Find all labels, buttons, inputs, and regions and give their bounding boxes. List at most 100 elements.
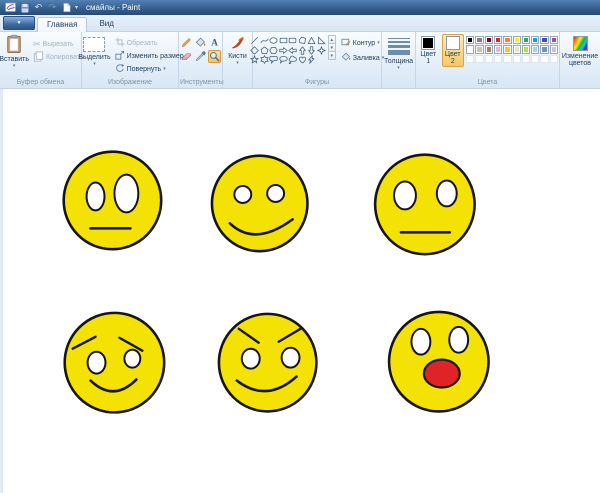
- palette-swatch-empty[interactable]: [466, 55, 474, 63]
- palette-swatch[interactable]: [540, 45, 548, 53]
- palette-swatch[interactable]: [513, 45, 521, 53]
- palette-swatch-empty[interactable]: [513, 55, 521, 63]
- edit-colors-icon: [573, 36, 588, 51]
- new-file-icon[interactable]: [61, 2, 72, 13]
- shape-outline-button[interactable]: Контур ▾: [341, 37, 384, 49]
- canvas[interactable]: [0, 89, 600, 493]
- palette-swatch[interactable]: [522, 45, 530, 53]
- palette-swatch[interactable]: [531, 45, 539, 53]
- palette-swatch[interactable]: [550, 45, 558, 53]
- undo-button[interactable]: ↶: [33, 2, 44, 13]
- color2-button[interactable]: Цвет 2: [442, 34, 465, 67]
- palette-swatch-empty[interactable]: [475, 55, 483, 63]
- palette-swatch[interactable]: [494, 36, 502, 44]
- text-tool-button[interactable]: A: [208, 36, 221, 49]
- select-button[interactable]: Выделить ▾: [76, 34, 112, 67]
- tab-view[interactable]: Вид: [89, 16, 123, 31]
- palette-swatch-empty[interactable]: [522, 55, 530, 63]
- shape-star-4[interactable]: [316, 46, 326, 56]
- shape-arrow-right[interactable]: [278, 46, 288, 56]
- shape-polygon[interactable]: [297, 36, 307, 46]
- color2-label: Цвет: [445, 51, 461, 58]
- paste-button[interactable]: Вставить ▾: [0, 34, 31, 69]
- shape-star-5[interactable]: [250, 55, 260, 65]
- brushes-button[interactable]: Кисти ▾: [226, 34, 249, 66]
- palette-swatch[interactable]: [513, 36, 521, 44]
- rotate-button[interactable]: Повернуть ▾: [115, 63, 184, 75]
- palette-swatch[interactable]: [503, 45, 511, 53]
- qat-customize-button[interactable]: ▾: [75, 4, 78, 11]
- shape-right-triangle[interactable]: [316, 36, 326, 46]
- group-image: Выделить ▾ Обрезать Изменить разм: [82, 32, 179, 88]
- crop-button[interactable]: Обрезать: [115, 37, 184, 49]
- shape-callout-oval[interactable]: [278, 55, 288, 65]
- edit-colors-button[interactable]: Изменение цветов: [560, 34, 600, 67]
- tab-home[interactable]: Главная: [37, 17, 87, 32]
- palette-swatch-empty[interactable]: [531, 55, 539, 63]
- shape-callout-rounded[interactable]: [269, 55, 279, 65]
- shape-arrow-left[interactable]: [288, 46, 298, 56]
- color-picker-tool-button[interactable]: [194, 50, 207, 63]
- shape-arrow-down[interactable]: [307, 46, 317, 56]
- palette-swatch[interactable]: [485, 45, 493, 53]
- copy-icon: [33, 51, 44, 64]
- palette-swatch[interactable]: [466, 45, 474, 53]
- shape-callout-cloud[interactable]: [288, 55, 298, 65]
- palette-swatch-empty[interactable]: [550, 55, 558, 63]
- titlebar: ↶ ↷ ▾ смайлы - Paint: [0, 0, 600, 15]
- size-button[interactable]: Толщина ▾: [382, 34, 415, 71]
- shape-triangle[interactable]: [307, 36, 317, 46]
- fill-tool-button[interactable]: [194, 36, 207, 49]
- group-edit-colors: Изменение цветов: [560, 32, 600, 88]
- pencil-tool-button[interactable]: [180, 36, 193, 49]
- palette-swatch-empty[interactable]: [540, 55, 548, 63]
- palette-swatch[interactable]: [475, 45, 483, 53]
- palette-swatch[interactable]: [466, 36, 474, 44]
- shape-arrow-up[interactable]: [297, 46, 307, 56]
- shape-diamond[interactable]: [250, 46, 260, 56]
- shapes-more-button[interactable]: ▾: [328, 51, 336, 60]
- shape-hexagon[interactable]: [269, 46, 279, 56]
- color1-button[interactable]: Цвет 1: [417, 34, 440, 67]
- shape-curve[interactable]: [259, 36, 269, 46]
- color1-number: 1: [426, 58, 430, 65]
- palette-swatch-empty[interactable]: [485, 55, 493, 63]
- resize-button[interactable]: Изменить размер: [115, 50, 184, 62]
- shape-rectangle[interactable]: [278, 36, 288, 46]
- edit-colors-label-line1: Изменение: [562, 53, 598, 60]
- group-label-spacer: [561, 78, 599, 87]
- shapes-grid: [250, 36, 326, 65]
- group-size: Толщина ▾: [382, 32, 416, 88]
- palette-swatch[interactable]: [550, 36, 558, 44]
- palette-swatch[interactable]: [522, 36, 530, 44]
- palette-swatch[interactable]: [475, 36, 483, 44]
- shape-line[interactable]: [250, 36, 260, 46]
- magnifier-tool-button[interactable]: [208, 50, 221, 63]
- palette-swatch[interactable]: [485, 36, 493, 44]
- redo-button[interactable]: ↷: [47, 2, 58, 13]
- paint-menu-button[interactable]: ▾: [3, 16, 35, 30]
- palette-swatch[interactable]: [494, 45, 502, 53]
- smiley-neutral: [375, 155, 475, 255]
- eraser-tool-button[interactable]: [180, 50, 193, 63]
- shapes-scrollbar: ▴ ▾ ▾: [328, 36, 336, 60]
- shape-pentagon[interactable]: [259, 46, 269, 56]
- shape-star-6[interactable]: [259, 55, 269, 65]
- palette-swatch-empty[interactable]: [503, 55, 511, 63]
- palette-swatch[interactable]: [540, 36, 548, 44]
- chevron-down-icon: ▾: [13, 64, 16, 69]
- color2-swatch: [446, 36, 460, 50]
- canvas-drawing: [3, 89, 600, 493]
- shape-oval[interactable]: [269, 36, 279, 46]
- shape-rounded-rectangle[interactable]: [288, 36, 298, 46]
- shape-fill-button[interactable]: Заливка ▾: [341, 52, 384, 64]
- palette-swatch[interactable]: [503, 36, 511, 44]
- shape-heart[interactable]: [297, 55, 307, 65]
- palette-swatch[interactable]: [531, 36, 539, 44]
- color2-number: 2: [451, 58, 455, 65]
- save-button[interactable]: [19, 2, 30, 13]
- svg-text:A: A: [211, 38, 218, 48]
- shape-lightning[interactable]: [307, 55, 317, 65]
- palette-swatch-empty[interactable]: [494, 55, 502, 63]
- smiley-calm-uneven-eyes: [64, 152, 162, 250]
